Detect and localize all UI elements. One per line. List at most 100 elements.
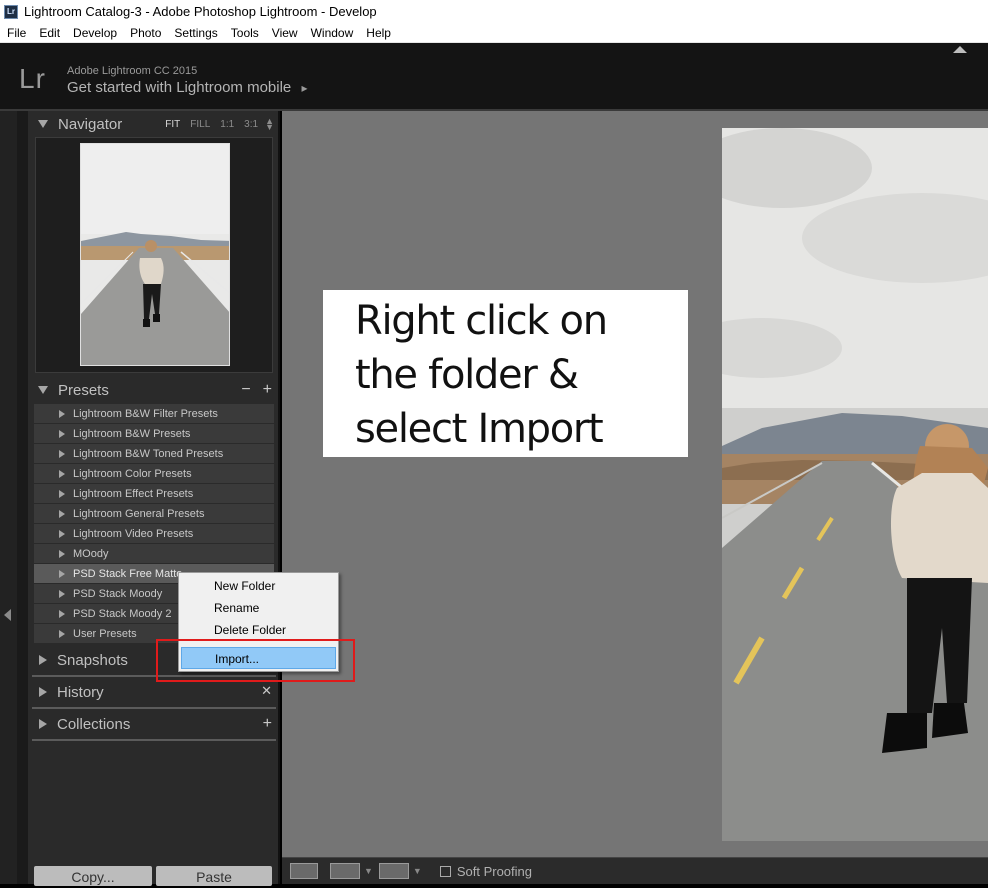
- main-photo[interactable]: [722, 128, 988, 841]
- zoom-stepper-icon[interactable]: ▲ ▼: [265, 117, 274, 132]
- menu-settings[interactable]: Settings: [167, 23, 223, 43]
- copy-settings-button[interactable]: Copy...: [34, 866, 152, 886]
- expand-triangle-icon: [59, 589, 65, 598]
- expand-triangle-icon: [59, 469, 65, 478]
- image-canvas[interactable]: Right click on the folder & select Impor…: [282, 111, 988, 857]
- navigator-preview[interactable]: [35, 137, 273, 373]
- menu-photo[interactable]: Photo: [123, 23, 167, 43]
- annotation-highlight-box: [156, 639, 355, 682]
- develop-toolbar: ▼ ▼ Soft Proofing: [282, 857, 988, 884]
- collapse-top-panel-icon[interactable]: [953, 46, 967, 53]
- preset-folder-video[interactable]: Lightroom Video Presets: [34, 524, 274, 544]
- zoom-3-1-option[interactable]: 3:1: [244, 119, 258, 130]
- history-header-actions: ✕: [261, 683, 272, 699]
- paste-settings-button[interactable]: Paste: [156, 866, 272, 886]
- left-panel-edge-gutter: [17, 111, 28, 884]
- soft-proofing-label: Soft Proofing: [456, 863, 532, 879]
- window-title: Lightroom Catalog-3 - Adobe Photoshop Li…: [24, 4, 377, 19]
- menu-file[interactable]: File: [0, 23, 32, 43]
- preset-folder-color[interactable]: Lightroom Color Presets: [34, 464, 274, 484]
- identity-plate: Lr Adobe Lightroom CC 2015 Get started w…: [0, 43, 988, 111]
- history-header[interactable]: History ✕: [28, 679, 280, 705]
- before-after-top-bottom-button[interactable]: [378, 863, 409, 879]
- panel-divider: [32, 707, 276, 709]
- collapsed-triangle-icon: [39, 687, 47, 697]
- remove-preset-icon[interactable]: −: [241, 381, 250, 399]
- lightroom-app-icon: Lr: [4, 4, 18, 19]
- presets-header[interactable]: Presets − +: [28, 377, 280, 403]
- callout-line-3: select Import: [355, 406, 604, 452]
- expand-triangle-icon: [59, 489, 65, 498]
- expand-triangle-icon: [59, 449, 65, 458]
- left-panel-edge: [0, 111, 17, 884]
- left-panel-toggle-icon[interactable]: [4, 609, 11, 621]
- preset-folder-label: MOody: [73, 547, 109, 560]
- thumbnail-photo: [81, 144, 229, 365]
- menu-tools[interactable]: Tools: [224, 23, 265, 43]
- preset-folder-label: Lightroom B&W Filter Presets: [73, 407, 218, 420]
- presets-header-actions: − +: [241, 381, 272, 399]
- product-name: Adobe Lightroom CC 2015: [67, 65, 198, 77]
- preset-folder-label: Lightroom Effect Presets: [73, 487, 194, 500]
- menu-view[interactable]: View: [265, 23, 304, 43]
- expand-triangle-icon: [59, 529, 65, 538]
- left-panel: Navigator FIT FILL 1:1 3:1 ▲ ▼ Presets −…: [28, 111, 280, 886]
- lightroom-mobile-link[interactable]: Get started with Lightroom mobile ▸: [67, 79, 307, 96]
- menu-develop[interactable]: Develop: [66, 23, 123, 43]
- preset-folder-moody[interactable]: MOody: [34, 544, 274, 564]
- zoom-fill-option[interactable]: FILL: [190, 119, 210, 130]
- zoom-1-1-option[interactable]: 1:1: [220, 119, 234, 130]
- preset-folder-label: Lightroom Color Presets: [73, 467, 192, 480]
- preset-folder-label: Lightroom B&W Presets: [73, 427, 191, 440]
- expand-triangle-icon: [59, 549, 65, 558]
- clear-history-icon[interactable]: ✕: [261, 683, 272, 699]
- lr-logo: Lr: [19, 63, 46, 94]
- expand-triangle-icon: [59, 609, 65, 618]
- menu-edit[interactable]: Edit: [32, 23, 66, 43]
- collections-title: Collections: [57, 715, 131, 733]
- menu-bar: File Edit Develop Photo Settings Tools V…: [0, 23, 988, 43]
- preset-folder-label: Lightroom General Presets: [73, 507, 205, 520]
- add-collection-icon[interactable]: +: [263, 715, 272, 733]
- presets-title: Presets: [58, 381, 109, 399]
- preset-folder-bw-toned[interactable]: Lightroom B&W Toned Presets: [34, 444, 274, 464]
- collapsed-triangle-icon: [39, 719, 47, 729]
- soft-proofing-checkbox[interactable]: [439, 865, 451, 877]
- navigator-thumbnail[interactable]: [80, 143, 230, 366]
- add-preset-icon[interactable]: +: [263, 381, 272, 399]
- preset-folder-bw-filter[interactable]: Lightroom B&W Filter Presets: [34, 404, 274, 424]
- expand-triangle-icon: [59, 409, 65, 418]
- preset-folder-label: Lightroom Video Presets: [73, 527, 194, 540]
- expand-triangle-icon: [59, 429, 65, 438]
- preset-folder-bw[interactable]: Lightroom B&W Presets: [34, 424, 274, 444]
- context-new-folder[interactable]: New Folder: [181, 575, 336, 597]
- expand-triangle-icon: [59, 569, 65, 578]
- play-arrow-icon: ▸: [301, 81, 308, 95]
- preset-folder-general[interactable]: Lightroom General Presets: [34, 504, 274, 524]
- menu-window[interactable]: Window: [304, 23, 360, 43]
- title-bar: Lr Lightroom Catalog-3 - Adobe Photoshop…: [0, 0, 988, 23]
- expand-triangle-icon: [59, 509, 65, 518]
- chevron-down-icon[interactable]: ▼: [364, 866, 373, 876]
- preset-folder-label: Lightroom B&W Toned Presets: [73, 447, 224, 460]
- navigator-title: Navigator: [58, 115, 123, 133]
- instruction-callout: Right click on the folder & select Impor…: [323, 290, 688, 457]
- callout-line-1: Right click on: [355, 298, 608, 344]
- disclosure-triangle-icon: [38, 386, 48, 394]
- chevron-down-icon[interactable]: ▼: [413, 866, 422, 876]
- callout-line-2: the folder &: [355, 352, 579, 398]
- navigator-header[interactable]: Navigator FIT FILL 1:1 3:1 ▲ ▼: [28, 111, 280, 137]
- preset-folder-effect[interactable]: Lightroom Effect Presets: [34, 484, 274, 504]
- before-after-left-right-button[interactable]: [330, 863, 360, 879]
- panel-divider: [32, 739, 276, 741]
- history-title: History: [57, 683, 104, 701]
- preset-folder-label: User Presets: [73, 627, 137, 640]
- collections-header[interactable]: Collections +: [28, 711, 280, 737]
- menu-help[interactable]: Help: [359, 23, 397, 43]
- preset-folder-label: PSD Stack Moody: [73, 587, 163, 600]
- expand-triangle-icon: [59, 629, 65, 638]
- context-delete-folder[interactable]: Delete Folder: [181, 619, 336, 641]
- loupe-view-button[interactable]: [290, 863, 318, 879]
- context-rename[interactable]: Rename: [181, 597, 336, 619]
- zoom-fit-option[interactable]: FIT: [165, 119, 180, 130]
